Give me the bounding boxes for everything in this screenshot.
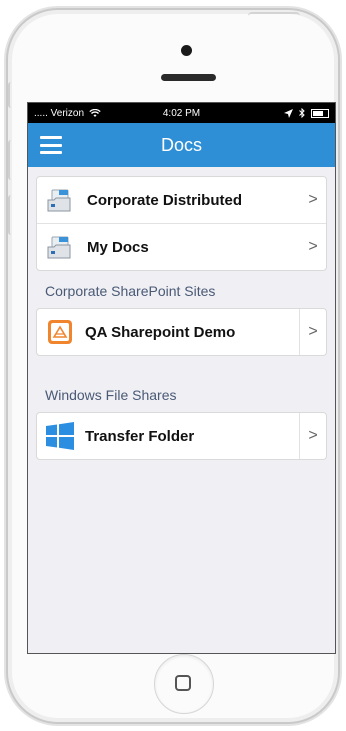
chevron-right-icon[interactable]: > [299, 309, 326, 355]
list-item-my-docs[interactable]: My Docs > [37, 223, 326, 270]
nav-bar: Docs [28, 123, 335, 167]
section-header-sharepoint: Corporate SharePoint Sites [45, 283, 216, 299]
home-button[interactable] [154, 654, 214, 714]
chevron-right-icon[interactable]: > [299, 413, 326, 459]
list-item-label: My Docs [87, 238, 149, 256]
windows-shares-group: Transfer Folder > [36, 412, 327, 460]
chevron-right-icon: > [308, 238, 318, 255]
list-item-transfer-folder[interactable]: Transfer Folder > [37, 413, 326, 459]
section-header-windows-shares: Windows File Shares [45, 387, 177, 403]
status-right [284, 108, 329, 118]
docs-group: Corporate Distributed > My Docs > [36, 176, 327, 271]
hamburger-menu-icon[interactable] [40, 136, 62, 154]
sharepoint-icon [45, 317, 75, 347]
list-item-corporate-distributed[interactable]: Corporate Distributed > [37, 177, 326, 223]
carrier-label: ..... Verizon [34, 107, 85, 119]
list-item-label: QA Sharepoint Demo [85, 323, 236, 341]
status-left: ..... Verizon [34, 108, 101, 119]
status-bar: ..... Verizon 4:02 PM [28, 103, 335, 123]
app-screen: ..... Verizon 4:02 PM Docs Corporate Dis… [27, 102, 336, 654]
mute-switch [8, 82, 16, 108]
volume-down-button [8, 195, 16, 235]
front-camera [181, 45, 192, 56]
list-item-qa-sharepoint-demo[interactable]: QA Sharepoint Demo > [37, 309, 326, 355]
location-arrow-icon [284, 108, 293, 118]
folder-doc-icon [45, 185, 75, 215]
windows-icon [45, 421, 75, 451]
bluetooth-icon [299, 108, 305, 118]
volume-up-button [8, 140, 16, 180]
battery-icon [311, 108, 329, 118]
power-button [248, 12, 300, 20]
sharepoint-group: QA Sharepoint Demo > [36, 308, 327, 356]
list-item-label: Corporate Distributed [87, 191, 243, 209]
chevron-right-icon: > [308, 191, 318, 208]
home-button-square-icon [175, 675, 191, 691]
wifi-icon [89, 108, 101, 117]
page-title: Docs [160, 134, 202, 155]
list-item-label: Transfer Folder [85, 427, 195, 445]
earpiece-speaker [161, 74, 216, 81]
folder-doc-icon [45, 232, 75, 262]
